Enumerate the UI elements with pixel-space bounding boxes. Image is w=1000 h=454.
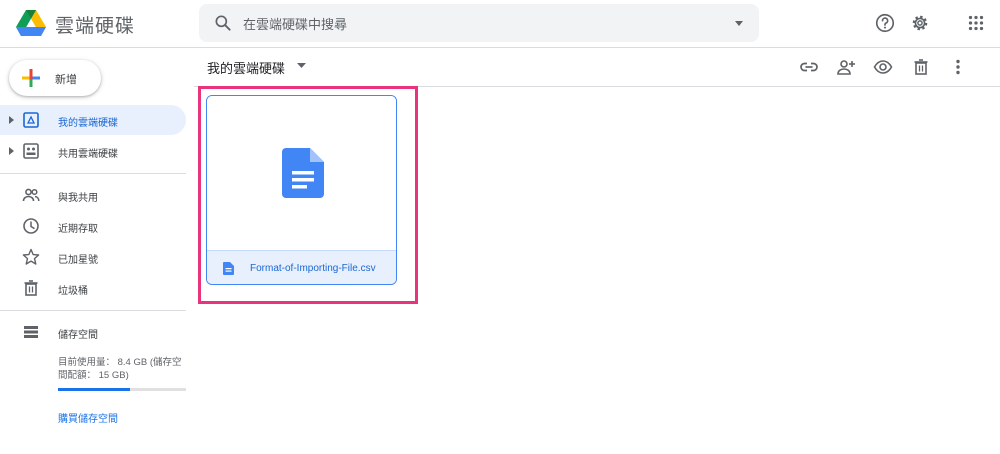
document-icon: [223, 262, 234, 275]
file-card[interactable]: Format-of-Importing-File.csv: [206, 95, 397, 285]
storage-usage-line1: 目前使用量： 8.4 GB (儲存空: [58, 357, 182, 368]
sidebar-item-my-drive[interactable]: 我的雲端硬碟: [0, 105, 186, 135]
sidebar-item-storage[interactable]: 儲存空間: [0, 317, 186, 347]
search-icon[interactable]: [213, 13, 233, 33]
breadcrumb[interactable]: 我的雲端硬碟: [207, 58, 285, 77]
file-name: Format-of-Importing-File.csv: [250, 263, 376, 274]
sidebar-item-shared-with-me[interactable]: 與我共用: [0, 180, 186, 210]
sidebar-item-starred[interactable]: 已加星號: [0, 242, 186, 272]
plus-icon: [22, 69, 40, 87]
top-bar: 雲端硬碟 在雲端硬碟中搜尋: [0, 0, 1000, 48]
star-icon: [22, 248, 40, 265]
sidebar-item-label: 我的雲端硬碟: [58, 118, 118, 129]
app-title[interactable]: 雲端硬碟: [55, 11, 135, 38]
new-button-label: 新增: [55, 74, 77, 86]
sidebar-item-shared-drives[interactable]: 共用雲端硬碟: [0, 136, 186, 166]
sidebar-item-label: 近期存取: [58, 224, 98, 235]
new-button[interactable]: 新增: [9, 60, 101, 96]
storage-progress-fill: [58, 388, 130, 391]
add-person-icon[interactable]: [836, 57, 856, 77]
document-icon: [282, 148, 324, 198]
sidebar-item-label: 已加星號: [58, 255, 98, 266]
sidebar-item-recent[interactable]: 近期存取: [0, 211, 186, 241]
preview-eye-icon[interactable]: [873, 57, 893, 77]
breadcrumb-dropdown-icon[interactable]: [297, 63, 306, 69]
sidebar-item-label: 共用雲端硬碟: [58, 149, 118, 160]
search-input[interactable]: 在雲端硬碟中搜尋: [243, 14, 347, 33]
search-bar[interactable]: 在雲端硬碟中搜尋: [199, 4, 759, 42]
divider: [0, 173, 186, 174]
trash-icon: [24, 280, 38, 296]
storage-usage-line2: 間配額： 15 GB): [58, 370, 129, 381]
expand-arrow-icon[interactable]: [9, 147, 14, 155]
storage-label: 儲存空間: [58, 330, 98, 341]
shared-drives-icon: [23, 143, 39, 159]
my-drive-icon: [23, 112, 39, 128]
drive-logo-icon[interactable]: [16, 10, 46, 36]
sidebar-item-label: 垃圾桶: [58, 286, 88, 297]
buy-storage-link[interactable]: 購買儲存空間: [58, 410, 118, 425]
file-card-footer[interactable]: Format-of-Importing-File.csv: [207, 250, 396, 284]
storage-icon: [24, 326, 38, 338]
file-thumbnail[interactable]: [207, 96, 396, 250]
apps-grid-icon[interactable]: [965, 12, 987, 34]
storage-progress-bar: [58, 388, 186, 391]
shared-with-me-icon: [22, 188, 40, 202]
sidebar-item-trash[interactable]: 垃圾桶: [0, 273, 186, 303]
settings-icon[interactable]: [909, 12, 931, 34]
clock-icon: [23, 218, 39, 234]
search-options-icon[interactable]: [733, 17, 745, 29]
expand-arrow-icon[interactable]: [9, 116, 14, 124]
divider: [0, 310, 186, 311]
more-vert-icon[interactable]: [948, 57, 968, 77]
sidebar-item-label: 與我共用: [58, 193, 98, 204]
link-icon[interactable]: [799, 57, 819, 77]
sidebar: 新增 我的雲端硬碟 共用雲端硬碟 與我共用 近期存取 已加星號 垃圾桶 儲存空間…: [0, 48, 194, 454]
delete-icon[interactable]: [911, 57, 931, 77]
help-icon[interactable]: [874, 12, 896, 34]
